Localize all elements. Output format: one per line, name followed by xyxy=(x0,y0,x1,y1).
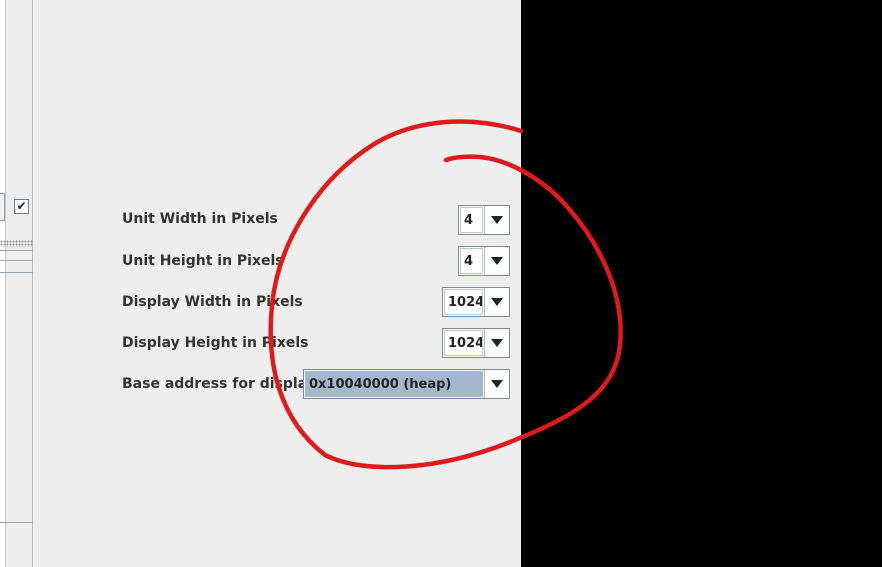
divider xyxy=(0,260,33,261)
divider xyxy=(0,272,33,273)
unit-height-label: Unit Height in Pixels xyxy=(122,253,284,269)
left-panel-edge xyxy=(0,0,6,567)
display-width-select[interactable]: 1024 xyxy=(442,287,510,317)
chevron-down-icon[interactable] xyxy=(484,288,509,316)
divider xyxy=(0,522,33,523)
checkbox[interactable]: ✔ xyxy=(14,199,29,214)
chevron-down-icon[interactable] xyxy=(484,370,509,398)
unit-height-select[interactable]: 4 xyxy=(458,246,510,276)
divider xyxy=(0,250,33,251)
bitmap-display-area xyxy=(521,0,882,567)
base-address-value: 0x10040000 (heap) xyxy=(305,371,483,397)
chevron-down-icon[interactable] xyxy=(484,206,509,234)
base-address-select[interactable]: 0x10040000 (heap) xyxy=(303,369,510,399)
chevron-down-icon[interactable] xyxy=(484,247,509,275)
chevron-down-icon[interactable] xyxy=(484,329,509,357)
unit-height-value: 4 xyxy=(460,248,483,274)
left-panel: ✔ xyxy=(0,0,33,567)
splitter-grip[interactable] xyxy=(0,240,33,247)
display-width-label: Display Width in Pixels xyxy=(122,294,303,310)
partial-button[interactable] xyxy=(0,193,5,221)
unit-width-label: Unit Width in Pixels xyxy=(122,211,278,227)
unit-width-value: 4 xyxy=(460,207,483,233)
display-height-label: Display Height in Pixels xyxy=(122,335,309,351)
display-height-select[interactable]: 1024 xyxy=(442,328,510,358)
unit-width-select[interactable]: 4 xyxy=(458,205,510,235)
base-address-label: Base address for display xyxy=(122,376,316,392)
display-height-value: 1024 xyxy=(444,330,483,356)
display-width-value: 1024 xyxy=(444,289,483,315)
